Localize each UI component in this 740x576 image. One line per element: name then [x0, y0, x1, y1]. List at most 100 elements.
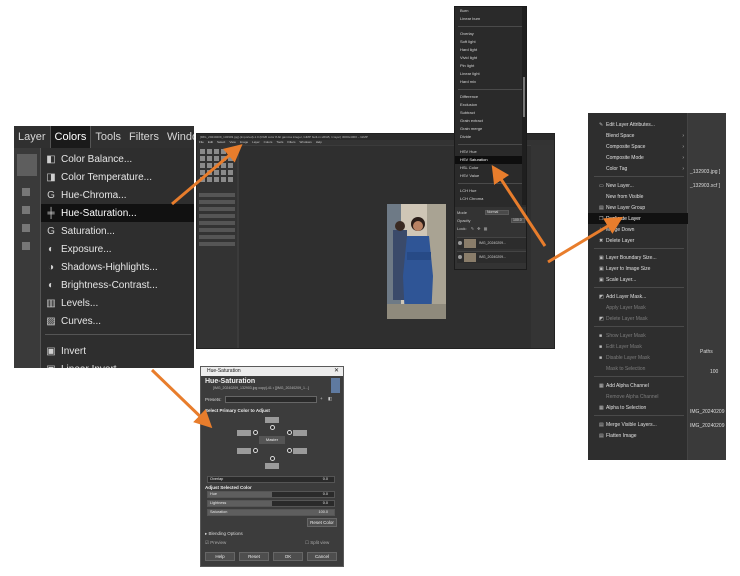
- ctx-item-layer-to-image-size[interactable]: ▣ Layer to Image Size: [588, 263, 688, 274]
- gimp-menu-view[interactable]: View: [227, 140, 237, 144]
- menu-item-saturation[interactable]: G Saturation...: [41, 222, 194, 240]
- close-icon[interactable]: ✕: [334, 367, 339, 376]
- tool-icon[interactable]: [214, 163, 219, 168]
- tool-option-row[interactable]: [199, 228, 235, 232]
- radio-magenta[interactable]: [253, 430, 258, 435]
- tool-icon[interactable]: [22, 224, 30, 232]
- hue-slider[interactable]: Hue 0.0: [207, 491, 335, 498]
- mode-scrollbar[interactable]: [522, 7, 526, 205]
- ctx-item-merge-down[interactable]: ⤓ Merge Down: [588, 224, 688, 235]
- mode-option[interactable]: HSL Color: [455, 164, 523, 172]
- cancel-button[interactable]: Cancel: [307, 552, 337, 561]
- tool-icon[interactable]: [207, 170, 212, 175]
- tool-option-row[interactable]: [199, 200, 235, 204]
- visibility-icon[interactable]: [458, 241, 462, 245]
- ctx-item-remove-alpha-channel[interactable]: Remove Alpha Channel: [588, 391, 688, 402]
- mode-option[interactable]: LCH Hue: [455, 187, 523, 195]
- menu-item-hue-chroma[interactable]: G Hue-Chroma...: [41, 186, 194, 204]
- ctx-item-delete-layer-mask[interactable]: ◩ Delete Layer Mask: [588, 313, 688, 324]
- mode-option[interactable]: LCH Chroma: [455, 195, 523, 203]
- menu-item-shadows-highlights[interactable]: ◑ Shadows-Highlights...: [41, 258, 194, 276]
- menu-item-color-balance[interactable]: ◧ Color Balance...: [41, 150, 194, 168]
- mode-option[interactable]: Exclusion: [455, 101, 523, 109]
- ctx-item-mask-to-selection[interactable]: Mask to Selection: [588, 363, 688, 374]
- tool-icon[interactable]: [228, 177, 233, 182]
- ctx-item-duplicate-layer[interactable]: ❐ Duplicate Layer: [588, 213, 688, 224]
- gimp-menu-image[interactable]: Image: [238, 140, 250, 144]
- mode-option[interactable]: Soft light: [455, 38, 523, 46]
- tool-icon[interactable]: [221, 156, 226, 161]
- swatch-magenta[interactable]: [237, 430, 251, 436]
- master-button[interactable]: Master: [259, 436, 285, 444]
- lightness-value[interactable]: 0.0: [323, 501, 328, 506]
- gimp-menu-tools[interactable]: Tools: [274, 140, 285, 144]
- mode-option[interactable]: Hard mix: [455, 78, 523, 86]
- swatch-red[interactable]: [265, 417, 279, 423]
- ctx-item-composite-mode[interactable]: Composite Mode ›: [588, 152, 688, 163]
- gimp-menu-colors[interactable]: Colors: [262, 140, 275, 144]
- tool-icon[interactable]: [214, 156, 219, 161]
- preview-checkbox[interactable]: ☑ Preview: [205, 540, 226, 546]
- menu-tools[interactable]: Tools: [91, 126, 125, 148]
- overlap-slider[interactable]: Overlap 0.0: [207, 476, 335, 483]
- ctx-item-blend-space[interactable]: Blend Space ›: [588, 130, 688, 141]
- lock-alpha-icon[interactable]: ▦: [484, 226, 488, 231]
- radio-yellow[interactable]: [287, 430, 292, 435]
- reset-button[interactable]: Reset: [239, 552, 269, 561]
- opacity-value[interactable]: 100.0: [511, 218, 525, 223]
- ctx-item-edit-layer-mask[interactable]: ■ Edit Layer Mask: [588, 341, 688, 352]
- mode-option[interactable]: Hard light: [455, 46, 523, 54]
- gimp-menu-select[interactable]: Select: [215, 140, 227, 144]
- mode-option[interactable]: Vivid light: [455, 54, 523, 62]
- mode-option[interactable]: Divide: [455, 133, 523, 141]
- mode-option[interactable]: Linear burn: [455, 15, 523, 23]
- swatch-blue[interactable]: [237, 448, 251, 454]
- tool-icon[interactable]: [207, 163, 212, 168]
- lock-pixels-icon[interactable]: ✎: [471, 226, 474, 231]
- radio-cyan[interactable]: [270, 456, 275, 461]
- tool-icon[interactable]: [200, 170, 205, 175]
- tool-option-row[interactable]: [199, 242, 235, 246]
- radio-blue[interactable]: [253, 448, 258, 453]
- tool-icon[interactable]: [207, 177, 212, 182]
- tool-icon[interactable]: [22, 206, 30, 214]
- tool-icon[interactable]: [221, 170, 226, 175]
- overlap-value[interactable]: 0.0: [323, 477, 328, 482]
- tool-icon[interactable]: [214, 149, 219, 154]
- mode-option[interactable]: HSV Saturation: [455, 156, 523, 164]
- ctx-item-new-from-visible[interactable]: New from Visible: [588, 191, 688, 202]
- tool-option-row[interactable]: [199, 221, 235, 225]
- tool-icon[interactable]: [228, 163, 233, 168]
- tool-icon[interactable]: [214, 170, 219, 175]
- tool-option-row[interactable]: [199, 214, 235, 218]
- menu-item-brightness-contrast[interactable]: ◐ Brightness-Contrast...: [41, 276, 194, 294]
- ctx-item-edit-layer-attributes[interactable]: ✎ Edit Layer Attributes...: [588, 119, 688, 130]
- mode-option[interactable]: HSV Value: [455, 172, 523, 180]
- menu-item-hue-saturation[interactable]: ╪ Hue-Saturation...: [41, 204, 194, 222]
- tool-icon[interactable]: [214, 177, 219, 182]
- presets-select[interactable]: [225, 396, 317, 403]
- mode-option[interactable]: Burn: [455, 7, 523, 15]
- swatch-green[interactable]: [293, 448, 307, 454]
- paths-tab[interactable]: Paths: [700, 349, 713, 355]
- saturation-slider[interactable]: Saturation 100.0: [207, 509, 335, 516]
- menu-layer[interactable]: Layer: [14, 126, 50, 148]
- ctx-item-add-alpha-channel[interactable]: ▦ Add Alpha Channel: [588, 380, 688, 391]
- ctx-item-new-layer[interactable]: ▭ New Layer...: [588, 180, 688, 191]
- gimp-menu-layer[interactable]: Layer: [250, 140, 262, 144]
- swatch-cyan[interactable]: [265, 463, 279, 469]
- menu-item-curves[interactable]: ▨ Curves...: [41, 312, 194, 330]
- menu-item-linear-invert[interactable]: ▣Linear Invert: [41, 360, 194, 369]
- tool-icon[interactable]: [200, 177, 205, 182]
- lock-position-icon[interactable]: ✥: [477, 226, 480, 231]
- ctx-item-flatten-image[interactable]: ▤ Flatten Image: [588, 430, 688, 441]
- image-tab-label[interactable]: _132903.jpg ]: [690, 169, 720, 175]
- layer-row[interactable]: IMG_20240209...: [457, 237, 526, 249]
- ctx-item-add-layer-mask[interactable]: ◩ Add Layer Mask...: [588, 291, 688, 302]
- gimp-menu-filters[interactable]: Filters: [285, 140, 297, 144]
- tool-icon[interactable]: [207, 156, 212, 161]
- tool-icon[interactable]: [207, 149, 212, 154]
- opacity-value[interactable]: 100: [710, 369, 718, 375]
- mode-option[interactable]: Overlay: [455, 30, 523, 38]
- tool-icon[interactable]: [228, 149, 233, 154]
